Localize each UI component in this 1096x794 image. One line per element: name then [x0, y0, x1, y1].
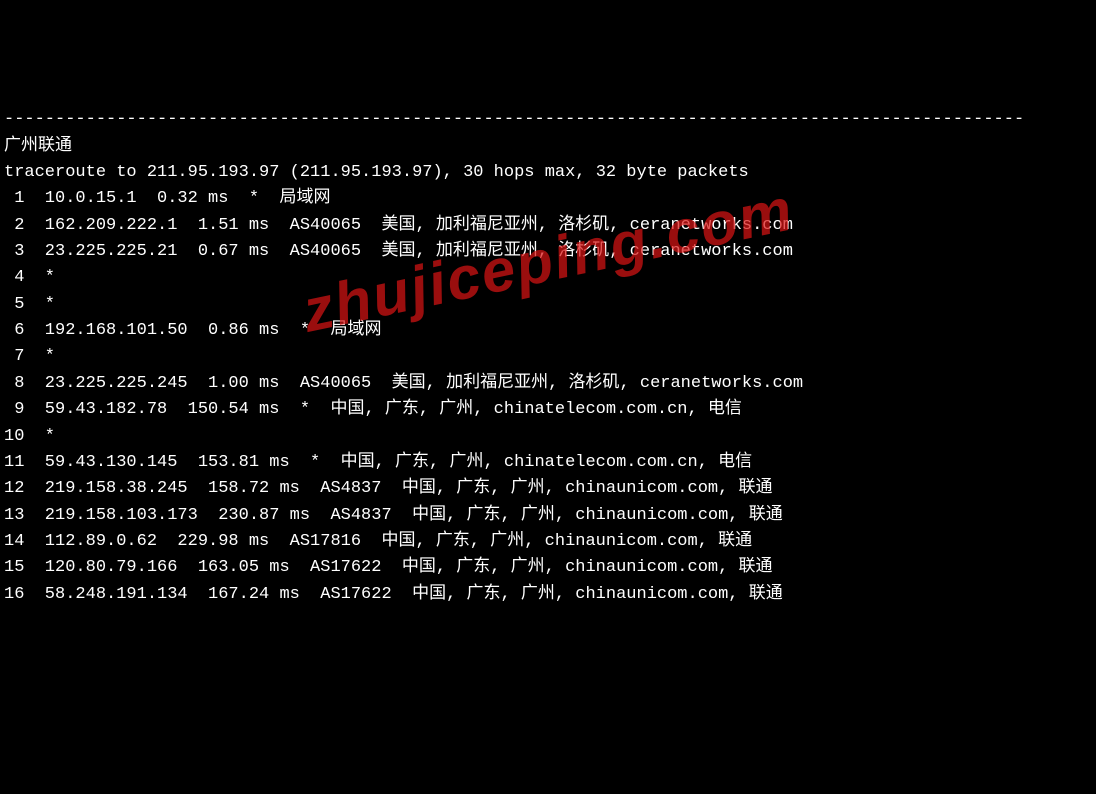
trace-title: 广州联通 [4, 137, 72, 156]
hops-list: 1 10.0.15.1 0.32 ms * 局域网 2 162.209.222.… [4, 186, 1092, 608]
separator-line: ----------------------------------------… [4, 110, 1024, 129]
terminal-output: ----------------------------------------… [0, 105, 1096, 610]
traceroute-header: traceroute to 211.95.193.97 (211.95.193.… [4, 163, 749, 182]
